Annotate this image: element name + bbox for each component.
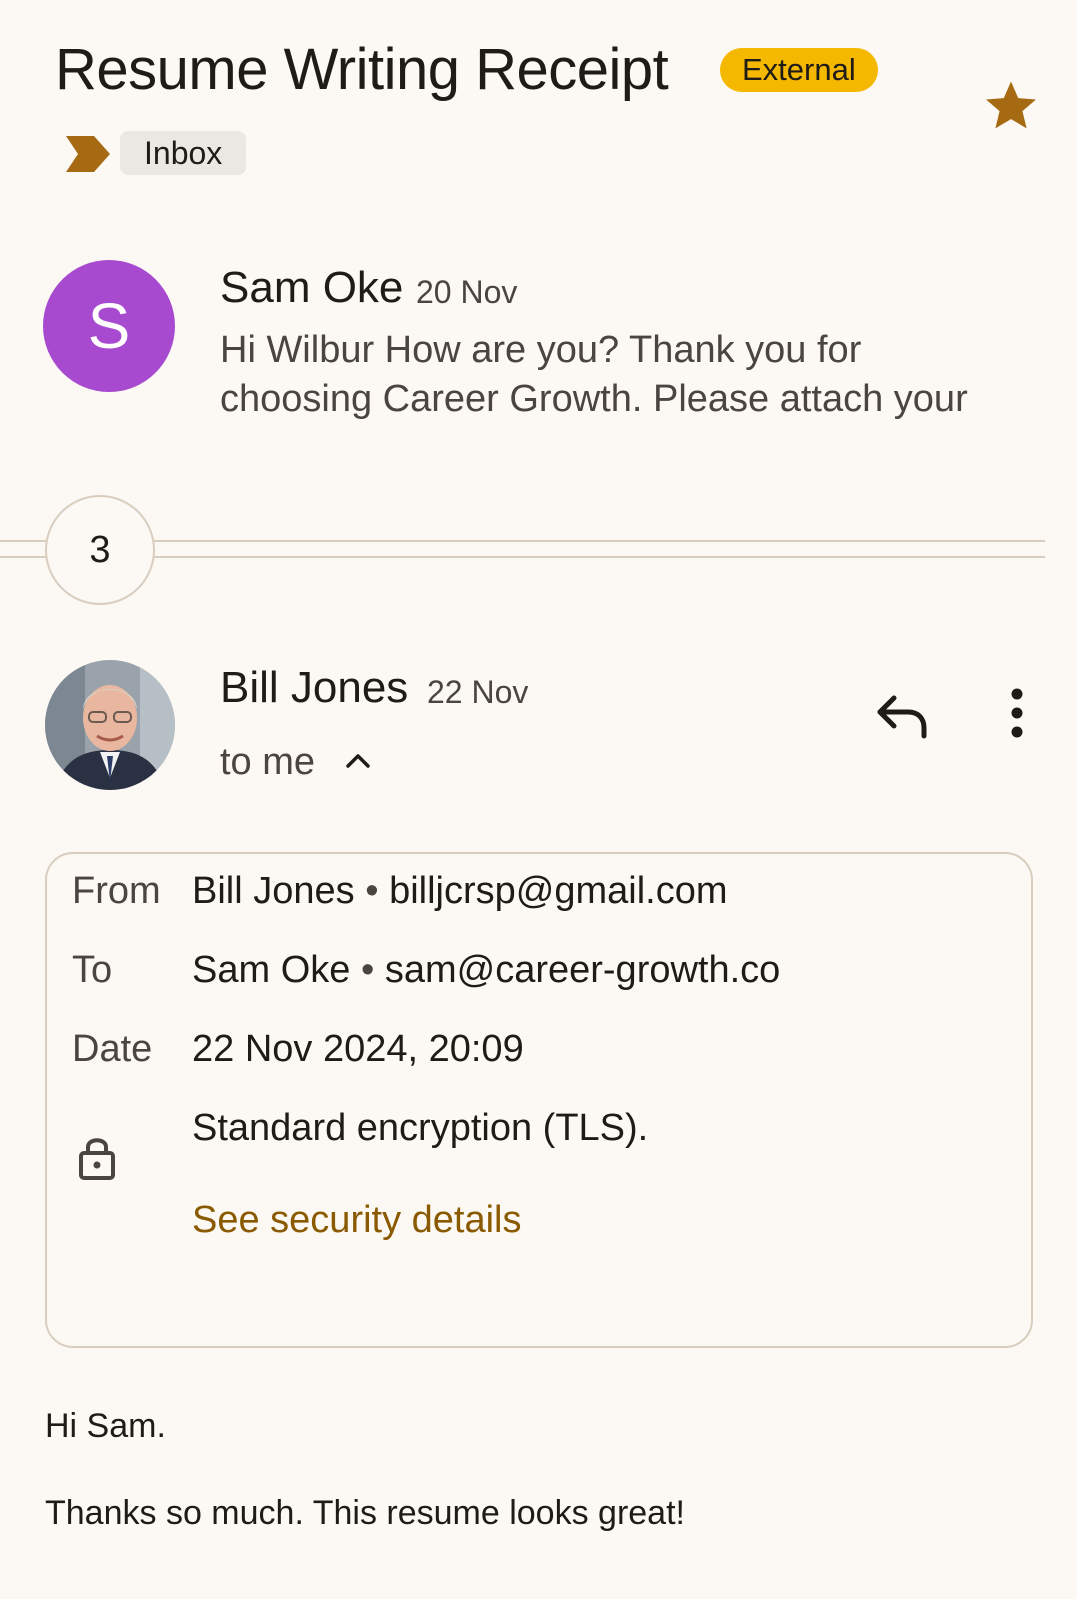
body-line: Thanks so much. This resume looks great!: [45, 1494, 685, 1532]
date-label: Date: [72, 1028, 153, 1070]
from-value: Bill Jones • billjcrsp@gmail.com: [192, 867, 728, 915]
to-label: To: [72, 949, 113, 991]
security-details-link[interactable]: See security details: [192, 1196, 522, 1244]
message-date: 22 Nov: [427, 674, 529, 710]
collapsed-messages-button[interactable]: 3: [45, 495, 155, 605]
message-details-card: [45, 852, 1033, 1348]
person-photo-icon: [45, 660, 175, 790]
avatar: [45, 660, 175, 790]
to-value: Sam Oke • sam@career-growth.co: [192, 946, 780, 994]
email-thread-view: Resume Writing Receipt External Inbox S …: [0, 0, 1077, 1599]
body-greeting: Hi Sam.: [45, 1407, 166, 1445]
more-vert-icon[interactable]: [1004, 688, 1030, 738]
external-badge: External: [720, 48, 878, 92]
lock-icon: [79, 1138, 115, 1180]
important-marker-icon[interactable]: [64, 134, 112, 174]
from-label: From: [72, 870, 161, 912]
avatar: S: [43, 260, 175, 392]
reply-icon[interactable]: [874, 690, 930, 740]
recipient-summary[interactable]: to me: [220, 738, 315, 786]
inbox-label-chip[interactable]: Inbox: [120, 131, 247, 175]
from-email[interactable]: billjcrsp@gmail.com: [389, 870, 727, 912]
date-value: 22 Nov 2024, 20:09: [192, 1028, 524, 1070]
message-snippet: Hi Wilbur How are you? Thank you for cho…: [220, 329, 968, 420]
from-name: Bill Jones: [192, 870, 355, 912]
divider: [0, 540, 1045, 542]
subject-title: Resume Writing Receipt: [55, 37, 669, 102]
chevron-up-icon[interactable]: [344, 748, 372, 772]
sender-name: Sam Oke: [220, 263, 404, 312]
separator: •: [360, 949, 375, 991]
encryption-status: Standard encryption (TLS).: [192, 1107, 649, 1149]
star-icon[interactable]: [982, 78, 1040, 134]
separator: •: [365, 870, 379, 912]
to-email[interactable]: sam@career-growth.co: [385, 949, 780, 991]
divider: [0, 556, 1045, 558]
message-date: 20 Nov: [416, 274, 518, 310]
sender-name: Bill Jones: [220, 663, 409, 712]
to-name: Sam Oke: [192, 949, 351, 991]
